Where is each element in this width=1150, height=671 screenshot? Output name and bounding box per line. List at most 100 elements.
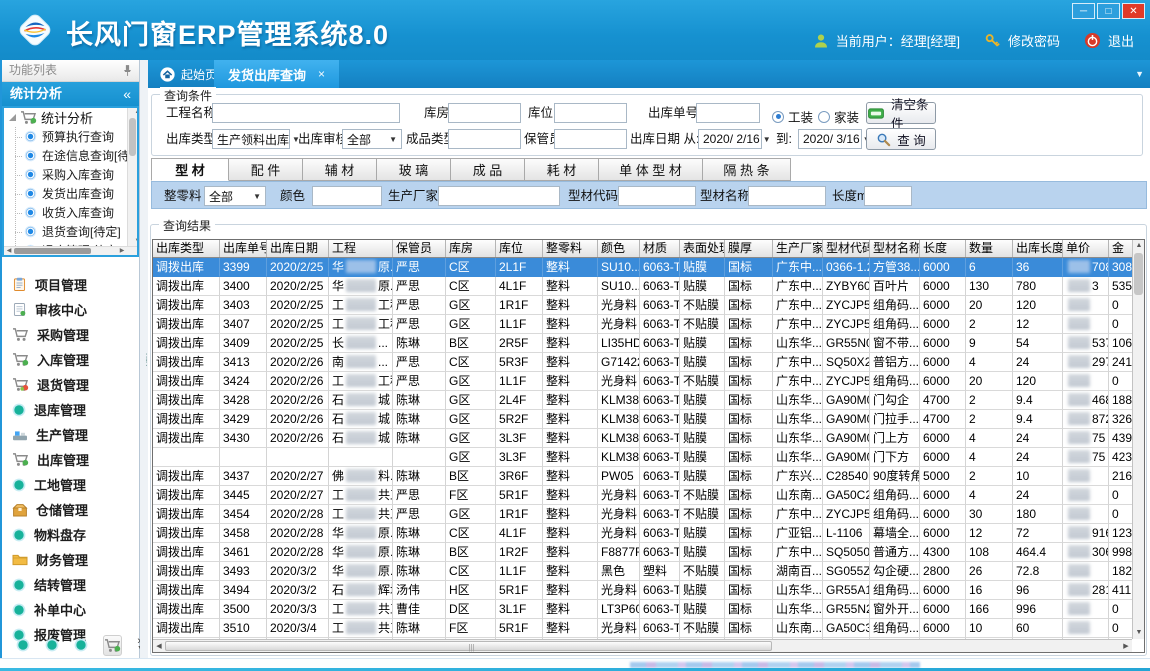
sidebar-item-结转管理[interactable]: 结转管理 <box>2 572 139 597</box>
logout-link[interactable]: 退出 <box>1108 31 1134 50</box>
quick-cart-button[interactable] <box>103 635 122 656</box>
material-tab-6[interactable]: 耗 材 <box>525 158 599 181</box>
tree-item[interactable]: 采购入库查询 <box>4 165 137 184</box>
table-row[interactable]: 调拨出库34002020/2/25华原...严思C区4L1F整料SU10...6… <box>153 277 1132 296</box>
whole-piece-select[interactable]: 全部▼ <box>204 186 266 206</box>
table-row[interactable]: G区3L3F整料KLM38176063-T5贴膜国标山东华...GA90M09.… <box>153 448 1132 467</box>
table-row[interactable]: 调拨出库34302020/2/26石城陈琳G区3L3F整料KLM38176063… <box>153 429 1132 448</box>
sidebar-item-出库管理[interactable]: 出库管理 <box>2 447 139 472</box>
tree-root-node[interactable]: 统计分析 <box>4 108 137 127</box>
table-row[interactable]: 调拨出库33992020/2/25华原...严思C区2L1F整料SU10...6… <box>153 258 1132 277</box>
table-row[interactable]: 调拨出库34072020/2/25工工程严思G区1L1F整料光身料6063-T5… <box>153 315 1132 334</box>
material-tab-5[interactable]: 成 品 <box>451 158 525 181</box>
warehouse-input[interactable] <box>448 103 521 123</box>
column-header[interactable]: 材质 <box>640 240 680 257</box>
column-header[interactable]: 膜厚 <box>725 240 773 257</box>
keeper-input[interactable] <box>554 129 627 149</box>
column-header[interactable]: 颜色 <box>598 240 640 257</box>
minimize-button[interactable]: ─ <box>1072 3 1095 19</box>
quick-dot-icon[interactable] <box>16 638 30 652</box>
change-password-link[interactable]: 修改密码 <box>1008 31 1060 50</box>
tree-item[interactable]: 发货出库查询 <box>4 184 137 203</box>
audit-select[interactable]: 全部▼ <box>342 129 402 149</box>
tree-item[interactable]: 收货入库查询 <box>4 203 137 222</box>
column-header[interactable]: 表面处理 <box>680 240 725 257</box>
sidebar-item-采购管理[interactable]: 采购管理 <box>2 322 139 347</box>
column-header[interactable]: 出库日期 <box>267 240 329 257</box>
material-tab-2[interactable]: 配 件 <box>229 158 303 181</box>
material-tab-7[interactable]: 单 体 型 材 <box>599 158 703 181</box>
collapse-icon[interactable]: « <box>123 82 131 106</box>
table-row[interactable]: 调拨出库34242020/2/26工工程严思G区1L1F整料光身料6063-T5… <box>153 372 1132 391</box>
tree-horizontal-scrollbar[interactable]: ◀ ▶ <box>4 246 137 255</box>
column-header[interactable]: 型材代码 <box>823 240 870 257</box>
column-header[interactable]: 工程 <box>329 240 393 257</box>
location-input[interactable] <box>554 103 627 123</box>
table-row[interactable]: 调拨出库34282020/2/26石城陈琳G区2L4F整料KLM38176063… <box>153 391 1132 410</box>
column-header[interactable]: 数量 <box>966 240 1013 257</box>
table-row[interactable]: 调拨出库34942020/3/2石辉城汤伟H区5R1F整料光身料6063-T5贴… <box>153 581 1132 600</box>
profile-code-input[interactable] <box>618 186 696 206</box>
tree-item[interactable]: 预算执行查询 <box>4 127 137 146</box>
tab-active[interactable]: 发货出库查询 × <box>214 60 339 88</box>
sidebar-item-项目管理[interactable]: 项目管理 <box>2 272 139 297</box>
table-row[interactable]: 调拨出库35002020/3/3工共工程曹佳D区3L1F整料LT3P606063… <box>153 600 1132 619</box>
out-type-select[interactable]: 生产领料出库▼ <box>212 129 290 149</box>
tab-list-dropdown-icon[interactable]: ▼ <box>1135 69 1144 79</box>
sidebar-splitter[interactable]: ⋮⋮ <box>140 60 148 658</box>
column-header[interactable]: 保管员 <box>393 240 446 257</box>
tree-item[interactable]: 退货查询[待定] <box>4 222 137 241</box>
table-row[interactable]: 调拨出库34032020/2/25工工程严思G区1R1F整料光身料6063-T5… <box>153 296 1132 315</box>
table-row[interactable]: 调拨出库34612020/2/28华原...陈琳B区1R2F整料F8877FT6… <box>153 543 1132 562</box>
sidebar-item-生产管理[interactable]: 生产管理 <box>2 422 139 447</box>
close-button[interactable]: ✕ <box>1122 3 1145 19</box>
manufacturer-input[interactable] <box>438 186 560 206</box>
column-header[interactable]: 出库长度 <box>1013 240 1063 257</box>
column-header[interactable]: 库位 <box>496 240 543 257</box>
sidebar-item-退货管理[interactable]: 退货管理 <box>2 372 139 397</box>
sidebar-item-补单中心[interactable]: 补单中心 <box>2 597 139 622</box>
tree-vertical-scrollbar[interactable]: ▲ ▼ <box>127 108 137 246</box>
table-row[interactable]: 调拨出库34932020/3/2华原...陈琳C区1L1F整料黑色塑料不贴膜国标… <box>153 562 1132 581</box>
grid-horizontal-scrollbar[interactable]: ◀ ||| ▶ <box>153 639 1132 652</box>
sidebar-item-审核中心[interactable]: 审核中心 <box>2 297 139 322</box>
radio-work-install[interactable]: 工装 <box>772 107 813 126</box>
material-tab-1[interactable]: 型 材 <box>151 158 229 181</box>
expander-icon[interactable] <box>9 114 16 121</box>
quick-dot-icon[interactable] <box>74 638 88 652</box>
column-header[interactable]: 生产厂家 <box>773 240 823 257</box>
table-row[interactable]: 调拨出库34132020/2/26南...严思C区5R3F整料G71422606… <box>153 353 1132 372</box>
project-name-input[interactable] <box>212 103 400 123</box>
column-header[interactable]: 单价 <box>1063 240 1109 257</box>
sidebar-item-退库管理[interactable]: 退库管理 <box>2 397 139 422</box>
column-header[interactable]: 整零料 <box>543 240 598 257</box>
length-input[interactable] <box>864 186 912 206</box>
sidebar-item-工地管理[interactable]: 工地管理 <box>2 472 139 497</box>
table-row[interactable]: 调拨出库34452020/2/27工共工程严思F区5R1F整料光身料6063-T… <box>153 486 1132 505</box>
column-header[interactable]: 出库单号 <box>220 240 267 257</box>
clear-conditions-button[interactable]: 清空条件 <box>866 102 936 124</box>
profile-name-input[interactable] <box>748 186 826 206</box>
product-type-input[interactable] <box>448 129 521 149</box>
sidebar-item-仓储管理[interactable]: 仓储管理 <box>2 497 139 522</box>
column-header[interactable]: 库房 <box>446 240 496 257</box>
table-row[interactable]: 调拨出库34372020/2/27佛料...陈琳B区3R6F整料PW056063… <box>153 467 1132 486</box>
material-tab-3[interactable]: 辅 材 <box>303 158 377 181</box>
date-to-picker[interactable]: 2020/ 3/16▼ <box>798 129 862 149</box>
date-from-picker[interactable]: 2020/ 2/16▼ <box>698 129 762 149</box>
pin-icon[interactable] <box>123 64 132 77</box>
maximize-button[interactable]: □ <box>1097 3 1120 19</box>
material-tab-8[interactable]: 隔 热 条 <box>703 158 791 181</box>
tab-close-icon[interactable]: × <box>318 67 325 81</box>
table-row[interactable]: 调拨出库34582020/2/28华原...陈琳C区4L1F整料光身料6063-… <box>153 524 1132 543</box>
column-header[interactable]: 型材名称 <box>870 240 920 257</box>
sidebar-item-入库管理[interactable]: 入库管理 <box>2 347 139 372</box>
column-header[interactable]: 长度 <box>920 240 966 257</box>
material-tab-4[interactable]: 玻 璃 <box>377 158 451 181</box>
search-button[interactable]: 查 询 <box>866 128 936 150</box>
grid-vertical-scrollbar[interactable]: ▲ ▼ <box>1132 240 1144 639</box>
radio-home-install[interactable]: 家装 <box>818 107 859 126</box>
table-row[interactable]: 调拨出库35102020/3/4工共工程陈琳F区5R1F整料光身料6063-T5… <box>153 619 1132 638</box>
sidebar-item-财务管理[interactable]: 财务管理 <box>2 547 139 572</box>
table-row[interactable]: 调拨出库34092020/2/25长...陈琳B区2R5F整料LI35HD606… <box>153 334 1132 353</box>
